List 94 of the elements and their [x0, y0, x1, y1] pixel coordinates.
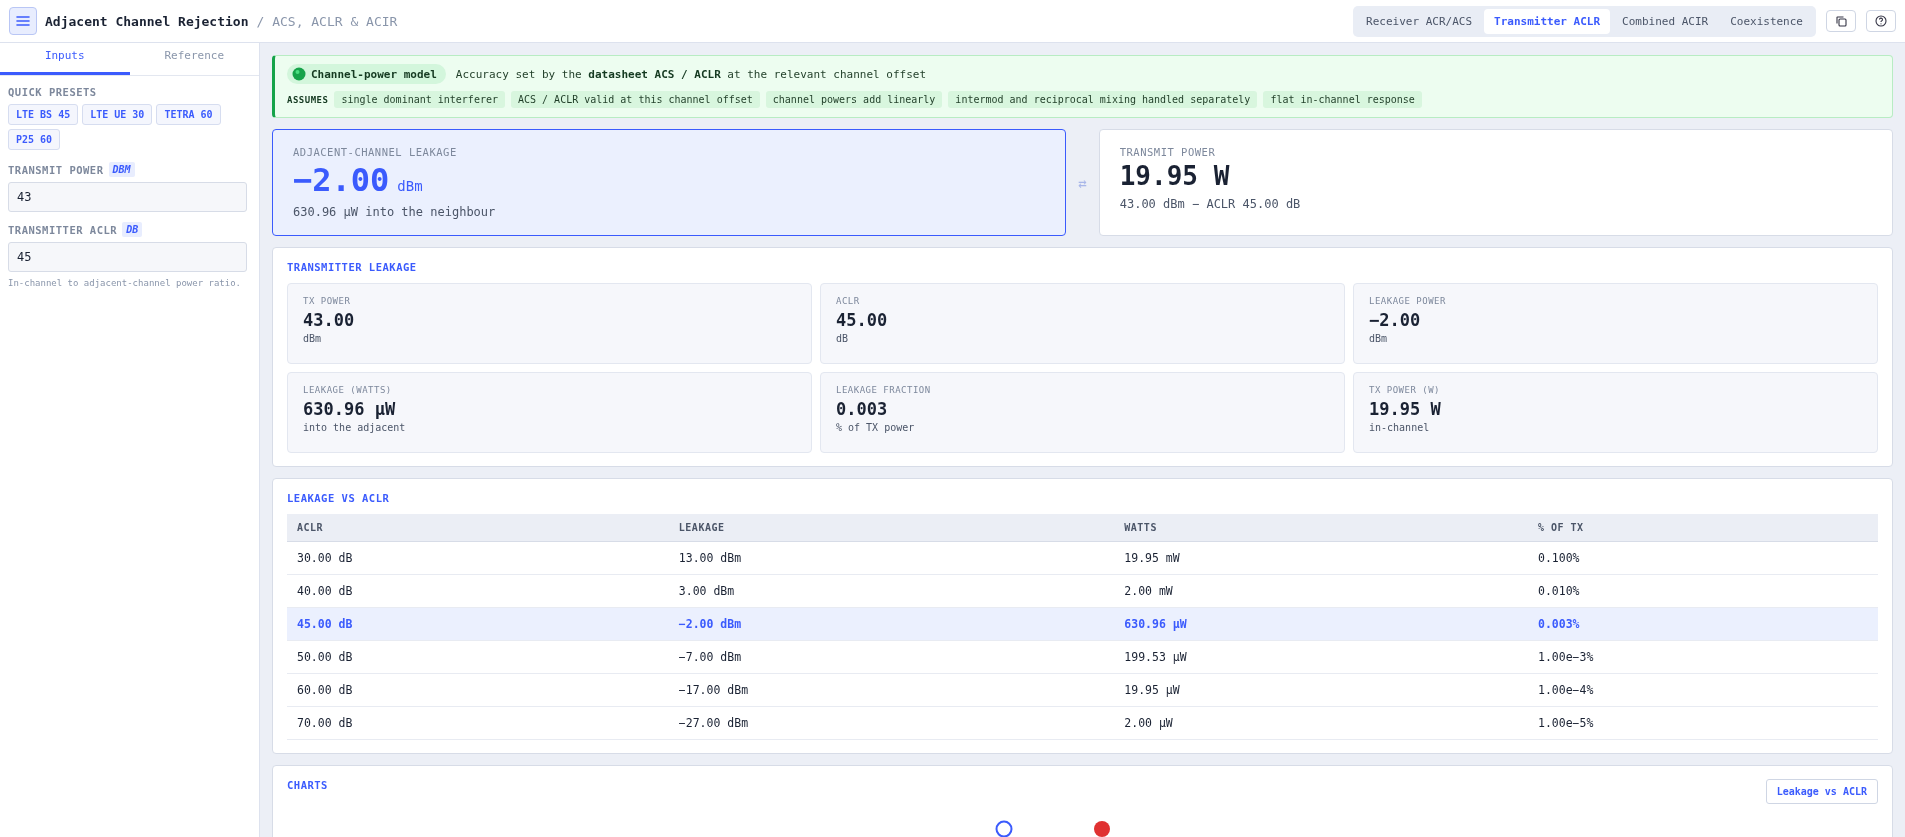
card-unit: dBm [397, 178, 423, 194]
metric-value: 19.95 W [1369, 399, 1442, 419]
table-cell: 2.00 µW [1114, 706, 1528, 740]
marker-icon [1092, 820, 1111, 837]
field-label: TRANSMIT POWER [8, 163, 104, 176]
table-cell: 3.00 dBm [668, 574, 1115, 608]
card-value: 19.95 W [1119, 161, 1230, 191]
metric-unit: dB [836, 333, 850, 344]
sidebar-tab[interactable]: Reference [129, 43, 259, 75]
table-cell: 19.95 µW [1114, 673, 1528, 707]
input-field[interactable]: 45 [8, 242, 247, 272]
card-label: ADJACENT-CHANNEL LEAKAGE [293, 146, 458, 158]
column-header: WATTS [1114, 514, 1528, 542]
preset-button[interactable]: TETRA 60 [156, 104, 221, 125]
assumption-tag: ACS / ACLR valid at this channel offset [511, 91, 760, 108]
app-title: Adjacent Channel Rejection [45, 13, 249, 29]
table-cell: 1.00e−3% [1527, 640, 1878, 674]
app-subtitle: / ACS, ACLR & ACIR [256, 13, 398, 29]
table-cell: 1.00e−4% [1527, 673, 1878, 707]
table-cell: −7.00 dBm [668, 640, 1115, 674]
panel-title: TRANSMITTER LEAKAGE [287, 261, 418, 273]
table-cell: 0.010% [1527, 574, 1878, 608]
help-icon [1875, 15, 1887, 27]
status-dot-icon [292, 67, 306, 81]
table-cell: 13.00 dBm [668, 541, 1115, 575]
metric-unit: dBm [303, 333, 323, 344]
metric-unit: dBm [1369, 333, 1389, 344]
metric-value: −2.00 [1369, 310, 1422, 330]
table-cell: −27.00 dBm [668, 706, 1115, 740]
model-description: Accuracy set by the datasheet ACS / ACLR at the relevant channel offset [455, 67, 927, 81]
model-name: Channel-power model [311, 67, 437, 81]
metric-label: ACLR [836, 296, 861, 306]
mode-tab[interactable]: Transmitter ACLR [1484, 8, 1611, 34]
column-header: ACLR [287, 514, 669, 542]
section-label: QUICK PRESETS [8, 86, 98, 98]
table-cell: −2.00 dBm [668, 607, 1115, 641]
table-cell: 45.00 dB [287, 607, 669, 641]
assumption-tag: intermod and reciprocal mixing handled separately [948, 91, 1258, 108]
assumption-tag: flat in-channel response [1263, 91, 1422, 108]
card-value: −2.00 [293, 161, 390, 199]
metric-unit: % of TX power [836, 422, 916, 433]
metric-value: 0.003 [836, 399, 889, 419]
metric-value: 43.00 [303, 310, 356, 330]
table-cell: 70.00 dB [287, 706, 669, 740]
metric-value: 630.96 µW [303, 399, 397, 419]
table-cell: 0.100% [1527, 541, 1878, 575]
assumption-tag: channel powers add linearly [765, 91, 943, 108]
mode-tab[interactable]: Receiver ACR/ACS [1356, 8, 1483, 34]
menu-button[interactable] [9, 7, 37, 35]
copy-icon [1835, 15, 1847, 27]
column-header: % OF TX [1527, 514, 1878, 542]
table-cell: 30.00 dB [287, 541, 669, 575]
input-field[interactable]: 43 [8, 182, 247, 212]
table-cell: 1.00e−5% [1527, 706, 1878, 740]
swap-glyph: ⇄ [1078, 174, 1087, 191]
table-cell: 19.95 mW [1114, 541, 1528, 575]
unit-tag: DBM [108, 162, 135, 177]
assumes-label: ASSUMES [287, 94, 329, 105]
table-cell: 199.53 µW [1114, 640, 1528, 674]
metric-label: LEAKAGE POWER [1369, 296, 1447, 306]
field-label: TRANSMITTER ACLR [8, 223, 118, 236]
sidebar-tab[interactable]: Inputs [0, 43, 130, 75]
preset-button[interactable]: P25 60 [8, 129, 61, 150]
table-cell: 2.00 mW [1114, 574, 1528, 608]
table-cell: 60.00 dB [287, 673, 669, 707]
assumption-tag: single dominant interferer [334, 91, 505, 108]
metric-unit: in-channel [1369, 422, 1431, 433]
table-cell: 630.96 µW [1114, 607, 1528, 641]
table-cell: 40.00 dB [287, 574, 669, 608]
card-detail: 630.96 µW into the neighbour [293, 205, 497, 219]
panel-title: CHARTS [287, 779, 328, 791]
metric-value: 45.00 [836, 310, 889, 330]
menu-icon [16, 15, 30, 27]
table-cell: 50.00 dB [287, 640, 669, 674]
metric-label: LEAKAGE (WATTS) [303, 385, 393, 395]
card-detail: 43.00 dBm − ACLR 45.00 dB [1119, 197, 1302, 211]
field-hint: In-channel to adjacent-channel power ratio. [8, 278, 242, 288]
preset-button[interactable]: LTE UE 30 [82, 104, 153, 125]
metric-label: TX POWER [303, 296, 352, 306]
column-header: LEAKAGE [668, 514, 1115, 542]
unit-tag: DB [122, 222, 143, 237]
card-label: TRANSMIT POWER [1119, 146, 1217, 158]
mode-tab[interactable]: Coexistence [1720, 8, 1813, 34]
preset-button[interactable]: LTE BS 45 [8, 104, 79, 125]
mode-tab[interactable]: Combined ACIR [1612, 8, 1719, 34]
chart-select-button[interactable]: Leakage vs ACLR [1765, 779, 1878, 804]
copy-button[interactable] [1826, 10, 1856, 32]
help-button[interactable] [1866, 10, 1896, 32]
panel-title: LEAKAGE VS ACLR [287, 492, 391, 504]
metric-label: LEAKAGE FRACTION [836, 385, 932, 395]
table-cell: 0.003% [1527, 607, 1878, 641]
metric-unit: into the adjacent [303, 422, 407, 433]
table-cell: −17.00 dBm [668, 673, 1115, 707]
metric-label: TX POWER (W) [1369, 385, 1442, 395]
